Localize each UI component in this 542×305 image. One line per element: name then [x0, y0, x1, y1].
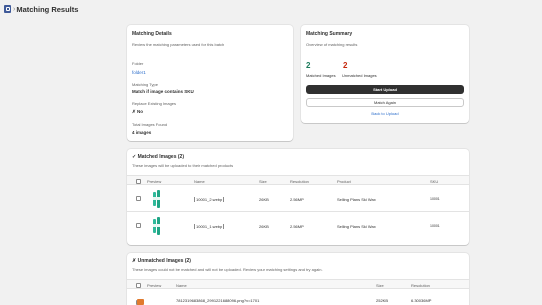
sku-value: 10001 [430, 197, 440, 201]
unmatched-table-header: Preview Name Size Resolution [127, 279, 469, 289]
sku-value: 10001 [430, 224, 440, 228]
col-name: Name [176, 283, 187, 288]
col-size: Size [259, 179, 267, 184]
total-value: 4 images [132, 130, 152, 135]
app-icon[interactable] [4, 5, 11, 13]
details-subtitle: Review the matching parameters used for … [132, 42, 225, 47]
unmatched-count: 2 [343, 61, 348, 70]
unmatched-subtitle: These images could not be matched and wi… [132, 267, 323, 272]
matched-subtitle: These images will be uploaded to their m… [132, 163, 234, 168]
matching-summary-card: Matching Summary Overview of matching re… [301, 25, 469, 123]
matched-images-card: ✓ Matched Images (2) These images will b… [127, 149, 469, 245]
matching-details-card: Matching Details Review the matching par… [127, 25, 293, 141]
replace-label: Replace Existing Images [132, 101, 177, 106]
file-name: 10001_2.webp [194, 197, 225, 202]
file-resolution: 6.30036MP [411, 298, 432, 303]
summary-heading: Matching Summary [306, 31, 353, 37]
select-all-checkbox[interactable] [136, 178, 141, 184]
unmatched-heading: ✗ Unmatched Images (2) [132, 258, 191, 264]
page-title: Matching Results [16, 4, 79, 14]
unmatched-label: Unmatched Images [342, 73, 377, 78]
file-resolution: 2.56MP [290, 197, 304, 202]
table-row[interactable]: 10001_1.webp 26KB 2.56MP Selling Plans S… [127, 213, 469, 239]
col-name: Name [194, 179, 205, 184]
col-preview: Preview [147, 283, 162, 288]
file-size: 26KB [259, 224, 269, 229]
folder-link[interactable]: folder1 [132, 70, 146, 75]
image-thumbnail [153, 217, 163, 235]
folder-label: Folder [132, 61, 144, 66]
matched-heading: ✓ Matched Images (2) [132, 154, 184, 160]
matched-label: Matched Images [306, 73, 336, 78]
table-row[interactable]: 7812319683868_2991221688096.png?v=1701 2… [127, 290, 469, 305]
product-link[interactable]: Selling Plans Ski Wax [337, 197, 376, 202]
image-thumbnail [137, 299, 144, 305]
summary-subtitle: Overview of matching results [306, 42, 358, 47]
table-row[interactable]: 10001_2.webp 26KB 2.56MP Selling Plans S… [127, 186, 469, 212]
file-size: 252KB [376, 298, 389, 303]
file-name: 7812319683868_2991221688096.png?v=1701 [176, 298, 260, 303]
col-preview: Preview [147, 179, 162, 184]
details-heading: Matching Details [132, 31, 172, 37]
row-checkbox[interactable] [136, 223, 141, 228]
col-sku: SKU [430, 179, 439, 184]
back-to-upload-link[interactable]: Back to Upload [301, 111, 469, 116]
matching-type-label: Matching Type [132, 82, 158, 87]
top-bar: › Matching Results [0, 0, 542, 18]
start-upload-button[interactable]: Start Upload [306, 85, 464, 94]
image-thumbnail [153, 190, 163, 208]
total-label: Total Images Found [132, 122, 168, 127]
unmatched-images-card: ✗ Unmatched Images (2) These images coul… [127, 253, 469, 305]
replace-value: ✗ No [132, 109, 144, 114]
file-name: 10001_1.webp [194, 224, 225, 229]
file-size: 26KB [259, 197, 269, 202]
match-again-button[interactable]: Match Again [306, 98, 464, 107]
chevron-right-icon: › [13, 5, 16, 13]
col-product: Product [337, 179, 351, 184]
matching-type-value: Match if image contains SKU [132, 89, 194, 94]
select-all-checkbox[interactable] [136, 282, 141, 288]
product-link[interactable]: Selling Plans Ski Wax [337, 224, 376, 229]
matched-table-header: Preview Name Size Resolution Product SKU [127, 175, 469, 185]
matched-count: 2 [306, 61, 311, 70]
col-resolution: Resolution [411, 283, 430, 288]
col-resolution: Resolution [290, 179, 309, 184]
file-resolution: 2.56MP [290, 224, 304, 229]
row-checkbox[interactable] [136, 196, 141, 201]
col-size: Size [376, 283, 384, 288]
